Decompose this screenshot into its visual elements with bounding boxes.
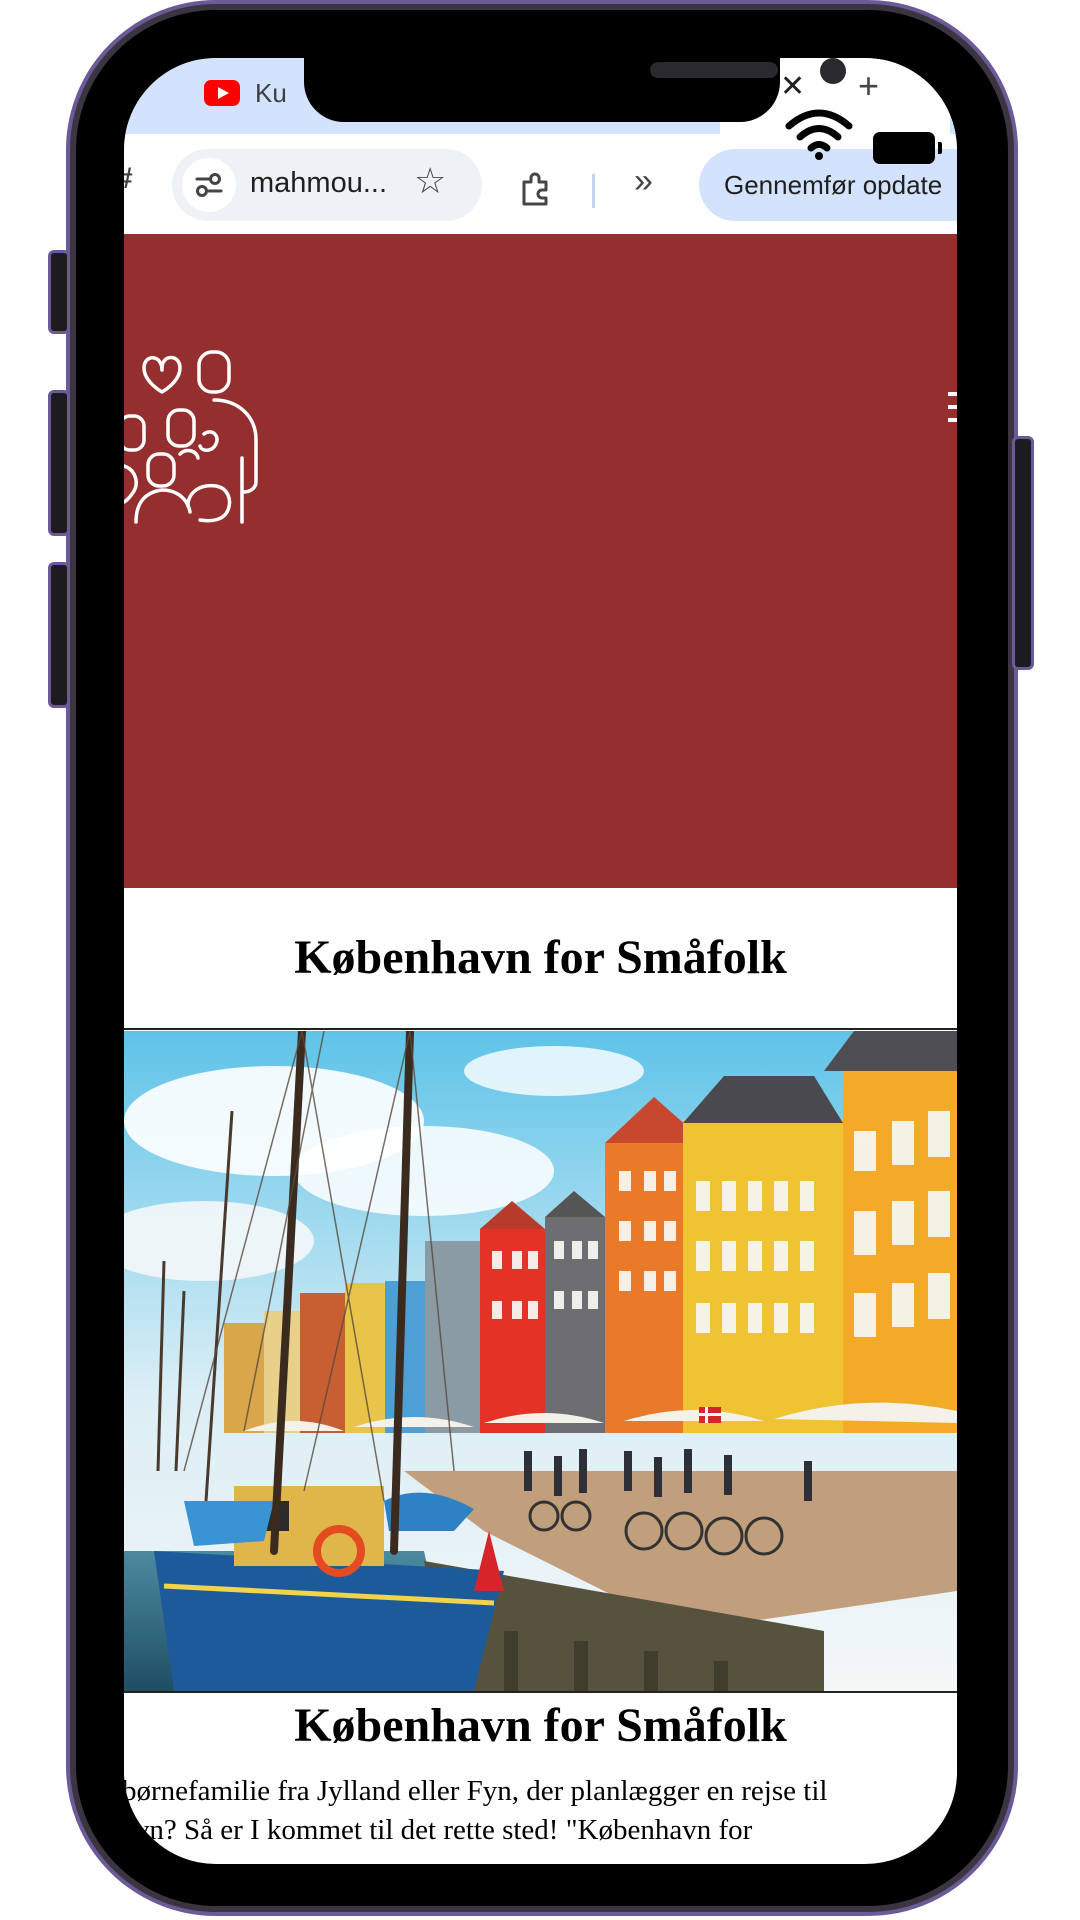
update-button-label: Gennemfør opdate [724, 170, 943, 200]
dynamic-island [304, 58, 846, 122]
tab-title[interactable]: Ku [255, 78, 287, 109]
chevron-double-right-icon[interactable]: » [634, 164, 653, 198]
wifi-icon [785, 109, 853, 160]
phone-mockup: Ku ✕ + # mahmou... ☆ [0, 0, 1080, 1920]
volume-down-button [48, 562, 70, 708]
new-tab-button[interactable]: + [858, 68, 879, 104]
extensions-icon[interactable] [516, 170, 556, 210]
site-settings-button[interactable] [182, 158, 236, 212]
article-body: børnefamilie fra Jylland eller Fyn, der … [124, 1772, 957, 1850]
battery-icon [873, 132, 942, 164]
url-text[interactable]: mahmou... [250, 167, 387, 200]
family-heart-logo-icon[interactable] [124, 324, 266, 534]
window-control-dot[interactable] [124, 82, 136, 102]
power-button [1012, 436, 1034, 670]
youtube-favicon-icon [204, 80, 240, 106]
page-heading: København for Småfolk [124, 888, 957, 1030]
phone-screen: Ku ✕ + # mahmou... ☆ [124, 58, 957, 1864]
hamburger-menu-icon[interactable] [948, 392, 957, 431]
hero-image [124, 1031, 957, 1693]
site-header [124, 234, 957, 888]
star-icon[interactable]: ☆ [414, 163, 446, 199]
close-icon[interactable]: ✕ [780, 72, 805, 102]
front-camera [820, 58, 846, 84]
article-title: København for Småfolk [294, 1699, 787, 1752]
tune-icon [195, 173, 223, 197]
speaker-grille [650, 62, 778, 78]
volume-up-button [48, 390, 70, 536]
toolbar-edge-icon[interactable]: # [124, 162, 133, 196]
article-body-line: børnefamilie fra Jylland eller Fyn, der … [124, 1775, 828, 1807]
toolbar-divider [592, 174, 595, 208]
action-button [48, 250, 70, 334]
address-bar[interactable]: mahmou... ☆ [172, 149, 482, 221]
article-body-line: avn? Så er I kommet til det rette sted! … [124, 1814, 753, 1846]
